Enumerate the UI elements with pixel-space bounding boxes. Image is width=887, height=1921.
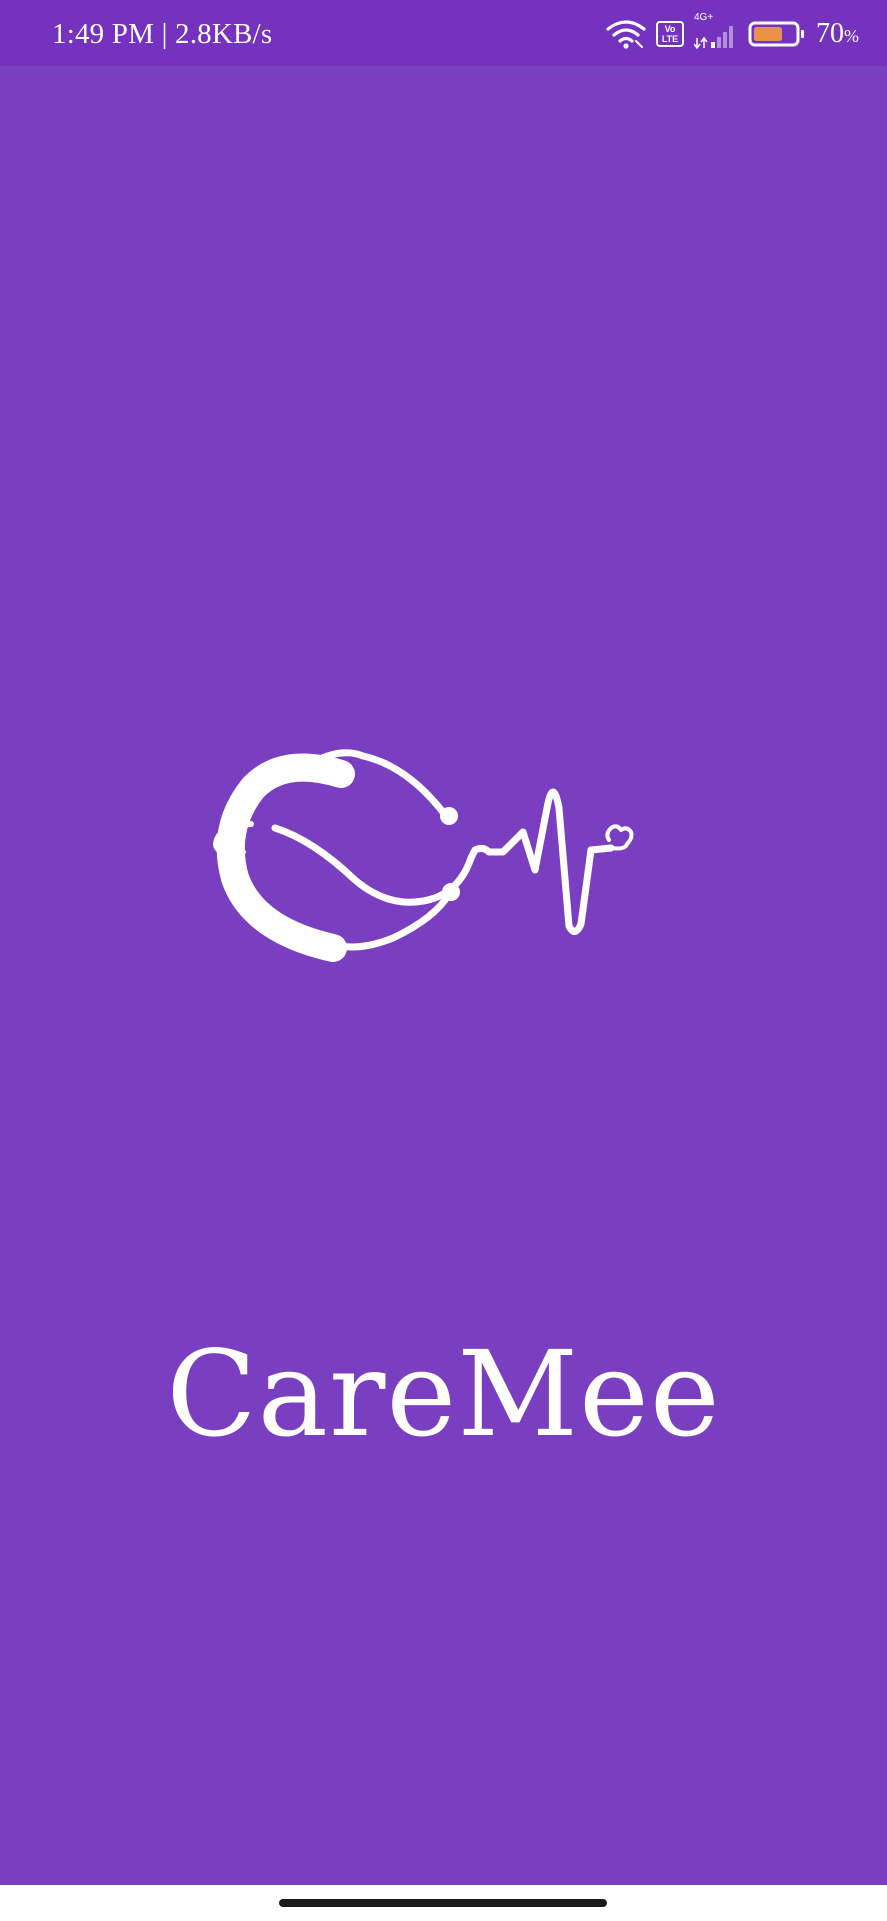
- app-name-title: CareMee: [166, 1325, 721, 1463]
- battery-percent-value: 70: [816, 18, 844, 49]
- volte-icon: Vo LTE: [656, 21, 684, 47]
- network-type-label: 4G+: [694, 12, 714, 23]
- stethoscope-heartbeat-logo-icon: [213, 749, 634, 962]
- battery-percent: 70%: [816, 20, 859, 48]
- splash-screen: 1:49 PM | 2.8KB/s Vo LTE 4G+ 70% CareMee: [0, 0, 887, 1921]
- battery-icon: [748, 21, 804, 47]
- status-time-speed: 1:49 PM | 2.8KB/s: [52, 18, 273, 50]
- status-icons: Vo LTE 4G+ 70%: [606, 12, 859, 50]
- navigation-bar: [0, 1885, 887, 1921]
- wifi-icon: [606, 20, 646, 49]
- status-bar: 1:49 PM | 2.8KB/s Vo LTE 4G+ 70%: [0, 0, 887, 66]
- home-indicator[interactable]: [279, 1899, 607, 1907]
- signal-icon: 4G+: [693, 12, 738, 50]
- caremee-logo: [213, 749, 634, 962]
- battery-percent-unit: %: [844, 26, 859, 46]
